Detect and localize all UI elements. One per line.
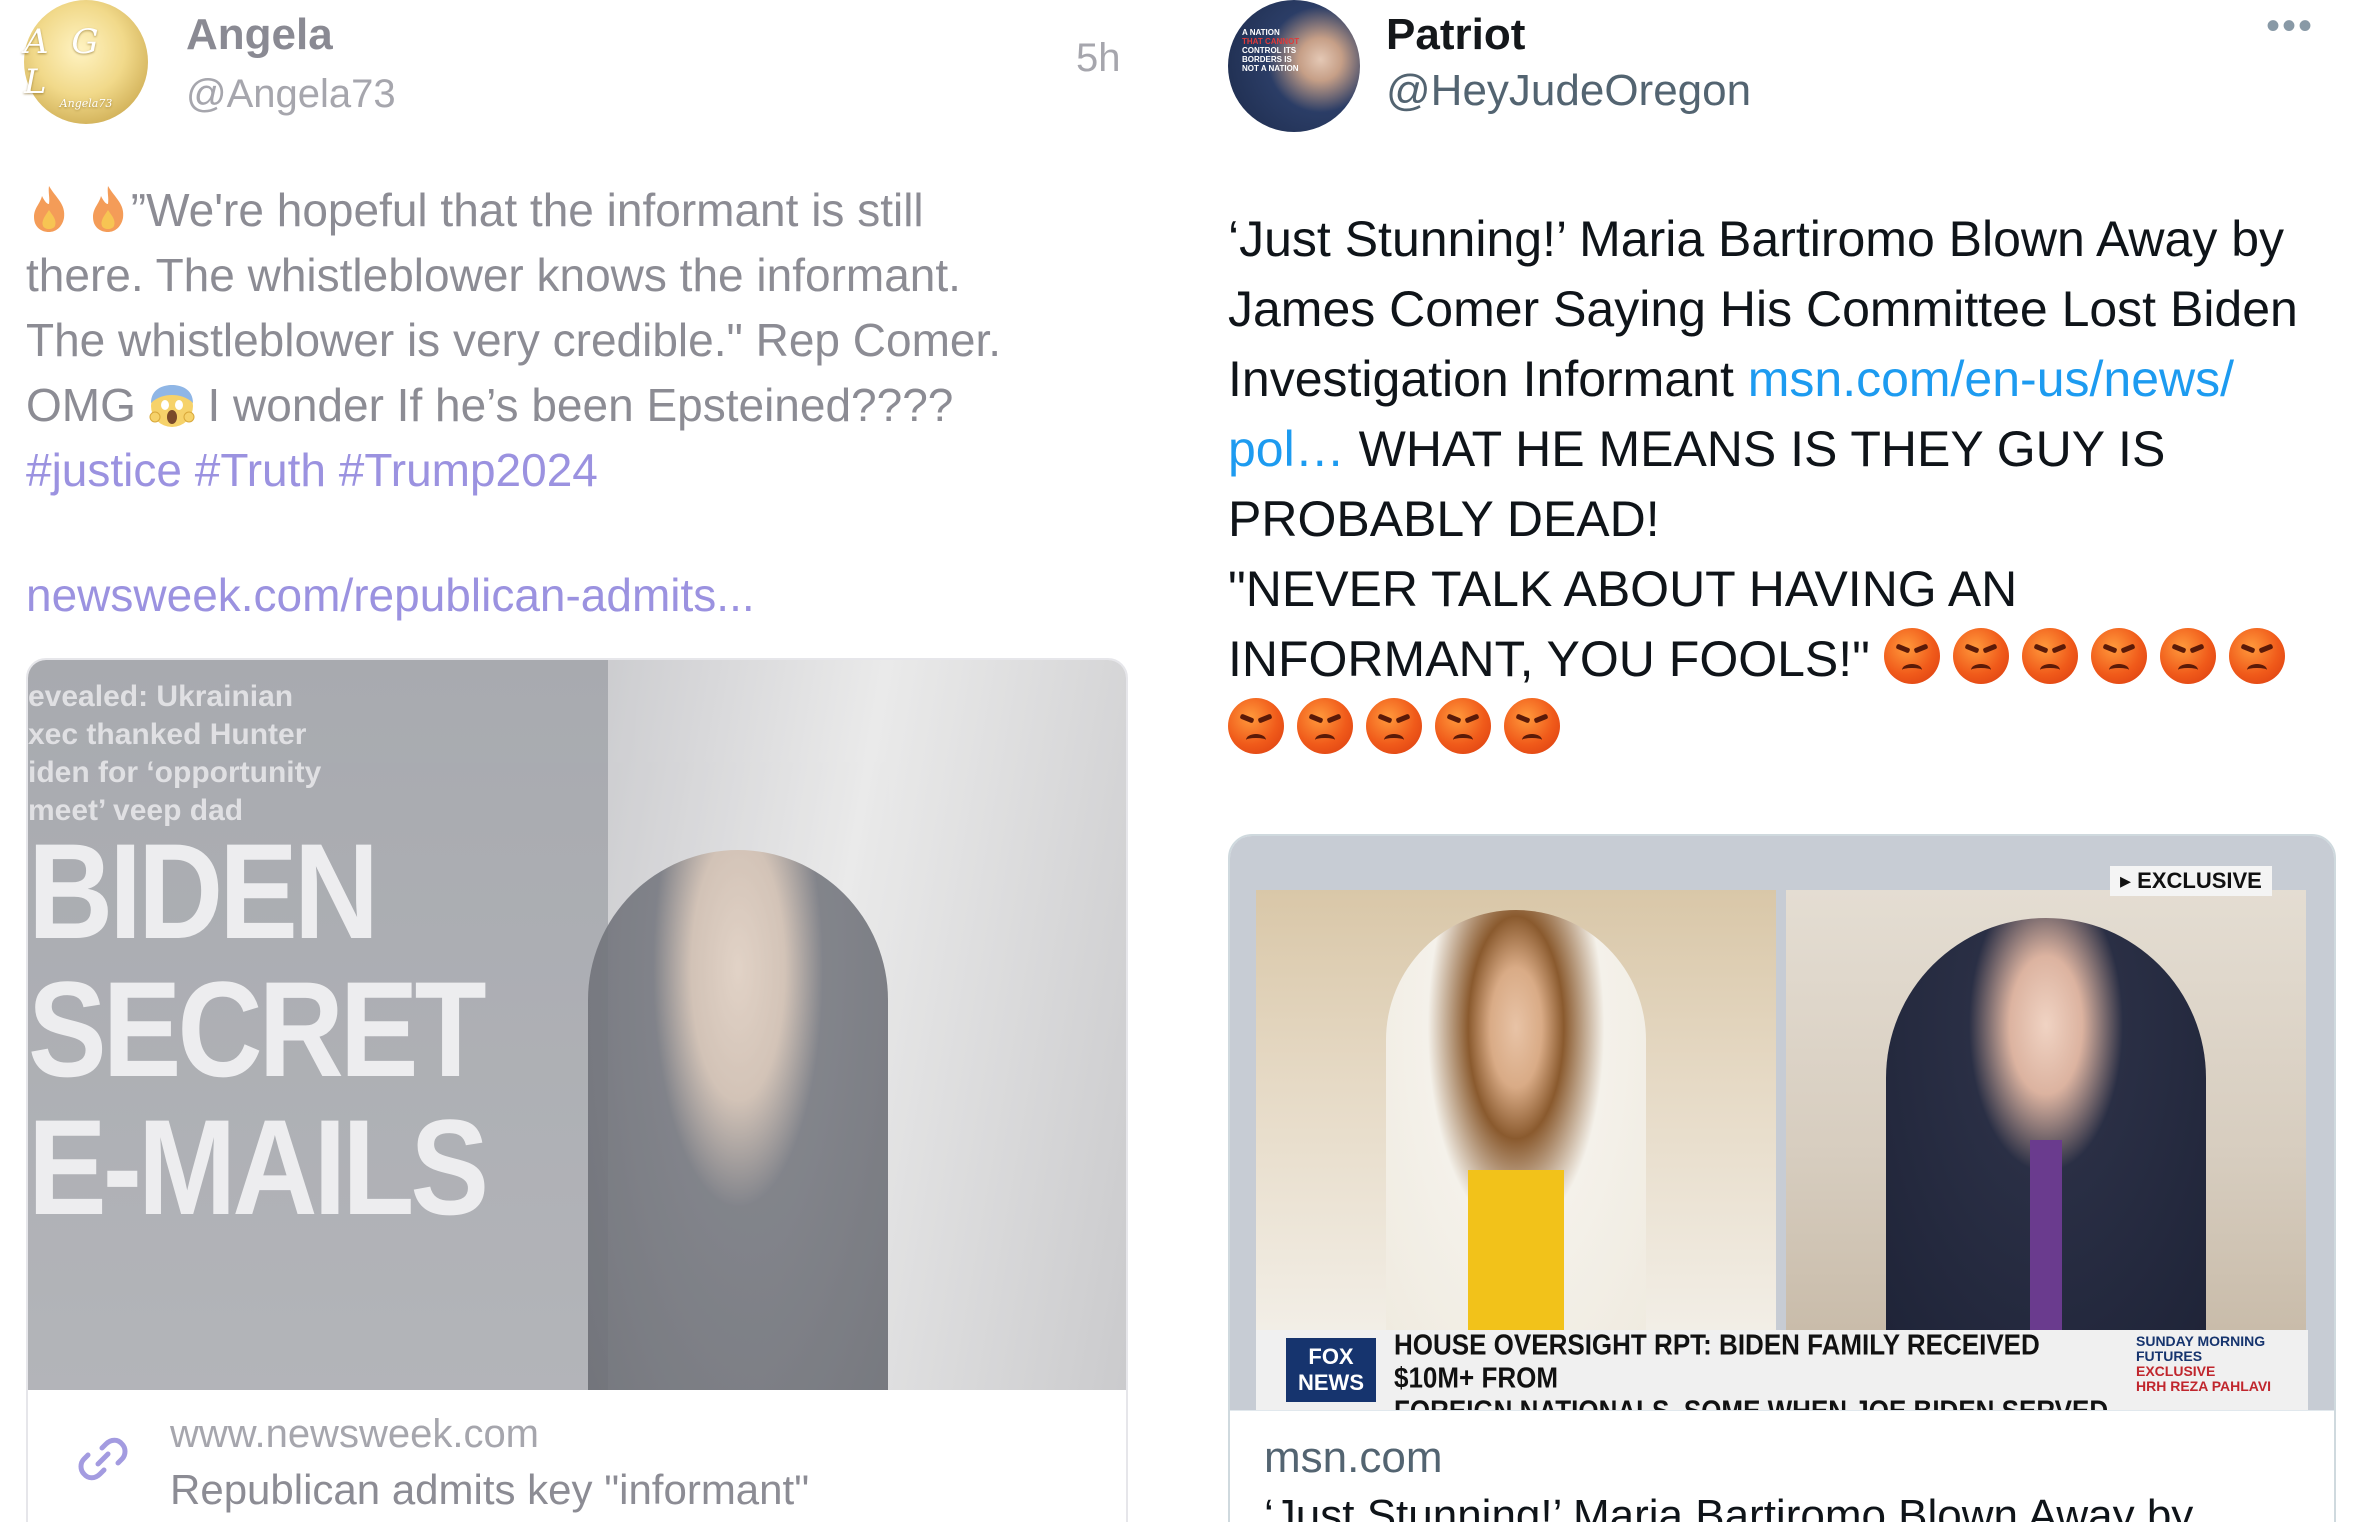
photo-subject [588,850,888,1390]
display-name[interactable]: Angela [186,10,333,60]
avatar-caption: Angela73 [59,97,113,110]
user-handle[interactable]: @HeyJudeOregon [1386,66,1751,116]
newspaper-poster: evealed: Ukrainian xec thanked Hunter id… [28,660,608,1390]
angry-face-icon [1952,628,2009,684]
angry-face-icon [1228,698,1284,754]
show-bug: SUNDAY MORNING FUTURES EXCLUSIVE HRH REZ… [2136,1333,2272,1394]
news-lower-third: FOX NEWS HOUSE OVERSIGHT RPT: BIDEN FAMI… [1256,1328,2308,1460]
user-handle[interactable]: @Angela73 [186,72,396,117]
fox-news-logo: FOX NEWS [1286,1338,1376,1402]
post-line: ‘Just Stunning!’ Maria Bartiromo Blown A… [1228,211,2285,267]
post-line: there. The whistleblower knows the infor… [26,249,961,301]
preview-domain: www.newsweek.com [170,1412,540,1456]
avatar-caption: A NATION THAT CANNOT CONTROL ITS BORDERS… [1242,28,1300,73]
video-panel-host [1256,890,1776,1330]
angry-face-icon [2159,628,2216,684]
emoji-line [1228,694,2348,764]
post-line: PROBABLY DEAD! [1228,491,1660,547]
preview-meta: www.newsweek.com Republican admits key "… [28,1390,1126,1522]
post-timestamp[interactable]: 5h [1076,36,1121,81]
preview-title: ‘Just Stunning!’ Maria Bartiromo Blown A… [1264,1491,2194,1522]
fire-icon [34,186,65,232]
post-body: ‘Just Stunning!’ Maria Bartiromo Blown A… [1228,204,2348,764]
post-link[interactable]: pol… [1228,421,1345,477]
preview-image: ▸ EXCLUSIVE FOX NEWS HOUSE OVERSIGHT RPT… [1230,836,2334,1460]
post-body: ”We're hopeful that the informant is sti… [26,178,1146,503]
avatar[interactable]: A NATION THAT CANNOT CONTROL ITS BORDERS… [1228,0,1360,132]
fire-icon [92,186,124,232]
angry-face-icon [1366,698,1422,754]
post-line: pol… WHAT HE MEANS IS THEY GUY IS [1228,421,2166,477]
post-line: Investigation Informant msn.com/en-us/ne… [1228,351,2235,407]
preview-image: evealed: Ukrainian xec thanked Hunter id… [28,660,1126,1390]
display-name[interactable]: Patriot [1386,10,1525,60]
post-line: OMG I wonder If he’s been Epsteined???? [26,379,954,431]
angry-face-icon [2090,628,2147,684]
poster-big-text: BIDEN SECRET E-MAILS [28,816,489,1244]
post-link[interactable]: msn.com/en-us/news/ [1748,351,2234,407]
exclusive-badge: ▸ EXCLUSIVE [2110,866,2272,896]
angry-face-icon [1504,698,1560,754]
post-line: James Comer Saying His Committee Lost Bi… [1228,281,2298,337]
scream-face-icon [149,385,195,427]
preview-meta: msn.com ‘Just Stunning!’ Maria Bartiromo… [1230,1410,2334,1522]
hashtag-line: #justice #Truth #Trump2024 [26,438,1146,503]
link-preview-card[interactable]: ▸ EXCLUSIVE FOX NEWS HOUSE OVERSIGHT RPT… [1228,834,2336,1522]
hashtag[interactable]: #justice [26,444,182,496]
post-line: "NEVER TALK ABOUT HAVING AN [1228,561,2018,617]
link-icon [78,1437,128,1481]
poster-headline: evealed: Ukrainian xec thanked Hunter id… [28,680,322,827]
angry-face-icon [1883,628,1940,684]
avatar[interactable]: A G L Angela73 [24,0,148,124]
more-icon[interactable]: ••• [2266,4,2314,49]
post-line: The whistleblower is very credible." Rep… [26,314,1002,366]
preview-domain: msn.com [1264,1433,1443,1482]
right-post: A NATION THAT CANNOT CONTROL ITS BORDERS… [1200,0,2360,1522]
preview-title: Republican admits key "informant" [170,1466,810,1513]
post-link[interactable]: newsweek.com/republican-admits... [26,568,755,622]
post-line: INFORMANT, YOU FOOLS!" [1228,624,2348,694]
hashtag[interactable]: #Trump2024 [339,444,598,496]
hashtag[interactable]: #Truth [195,444,326,496]
angry-face-icon [1435,698,1491,754]
video-panel-guest [1786,890,2306,1330]
avatar-monogram: A G L [24,22,105,102]
angry-face-icon [1297,698,1353,754]
post-line: ”We're hopeful that the informant is sti… [26,178,1146,243]
angry-face-icon [2228,628,2285,684]
angry-face-icon [2021,628,2078,684]
left-post: A G L Angela73 Angela @Angela73 5h ”We'r… [0,0,1170,1522]
link-preview-card[interactable]: evealed: Ukrainian xec thanked Hunter id… [26,658,1128,1522]
